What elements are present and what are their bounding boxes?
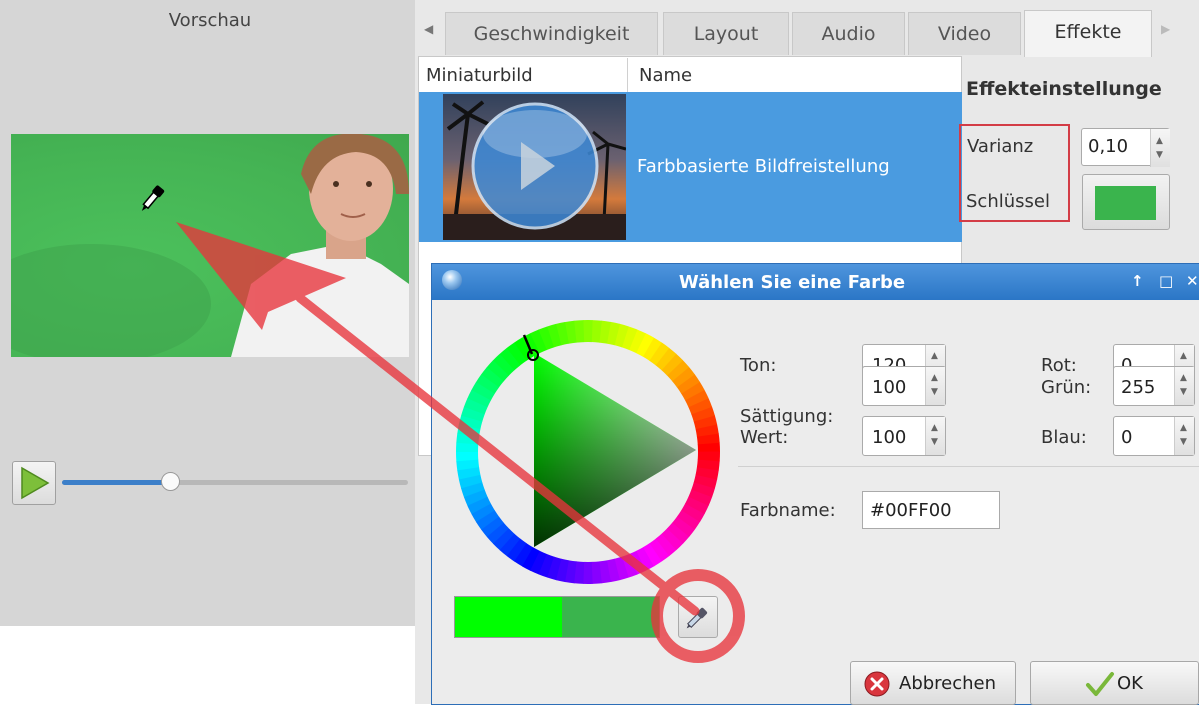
tab-video[interactable]: Video [908,12,1021,55]
tab-audio[interactable]: Audio [792,12,905,55]
checkmark-icon [1086,672,1114,696]
green-value: 255 [1121,377,1156,398]
saturation-label: Sättigung: [740,406,834,427]
cancel-button[interactable]: Abbrechen [850,661,1016,705]
eyedropper-icon [686,607,708,629]
video-frame-image [11,134,409,357]
green-label: Grün: [1041,377,1092,398]
seek-progress [62,480,172,485]
blue-spin-buttons[interactable]: ▲ ▼ [1174,417,1194,455]
eyedropper-button[interactable] [678,596,718,638]
red-label: Rot: [1041,355,1077,376]
ok-label: OK [1117,673,1143,694]
form-divider [738,466,1199,467]
play-triangle-icon [21,466,50,500]
variance-value: 0,10 [1088,136,1129,157]
variance-spin-buttons[interactable]: ▲ ▼ [1150,129,1170,167]
settings-highlight-box [959,124,1070,222]
hue-label: Ton: [740,355,777,376]
value-label: Wert: [740,427,789,448]
saturation-value: 100 [872,377,907,398]
effect-name: Farbbasierte Bildfreistellung [637,156,890,177]
close-icon[interactable]: ✕ [1186,272,1199,290]
effect-thumbnail [443,94,626,240]
play-button[interactable] [12,461,56,505]
saturation-spin-buttons[interactable]: ▲ ▼ [925,367,945,405]
saturation-value-triangle[interactable] [534,353,696,547]
color-name-value: #00FF00 [870,500,952,521]
effect-thumbnail-image [443,100,626,240]
previous-color-swatch [562,597,659,637]
color-name-label: Farbname: [740,500,836,521]
cancel-x-icon [864,671,890,697]
preview-video[interactable] [11,134,409,357]
current-color-swatch [455,597,562,637]
cancel-label: Abbrechen [899,673,997,694]
blue-label: Blau: [1041,427,1087,448]
color-wheel[interactable] [452,316,724,588]
key-color-swatch [1095,186,1156,220]
seek-handle[interactable] [161,472,180,491]
tab-scroll-right-icon[interactable]: ▶ [1161,22,1170,36]
blue-value: 0 [1121,427,1133,448]
eyedropper-cursor-icon [141,185,165,211]
keep-above-icon[interactable]: ↑ [1131,272,1144,290]
column-header-thumbnail[interactable]: Miniaturbild [426,65,533,86]
preview-title: Vorschau [168,10,252,31]
dialog-title: Wählen Sie eine Farbe [678,272,906,293]
maximize-icon[interactable]: □ [1159,272,1173,290]
value-spin-buttons[interactable]: ▲ ▼ [925,417,945,455]
green-spin-buttons[interactable]: ▲ ▼ [1174,367,1194,405]
column-header-name[interactable]: Name [639,65,692,86]
value-value: 100 [872,427,907,448]
tab-effekte[interactable]: Effekte [1024,10,1152,57]
tab-bar: ◀ Geschwindigkeit Layout Audio Video Eff… [415,10,1199,57]
ok-button[interactable]: OK [1030,661,1199,705]
effect-settings-title: Effekteinstellunge [966,78,1162,100]
tab-scroll-left-icon[interactable]: ◀ [424,22,433,36]
tab-geschwindigkeit[interactable]: Geschwindigkeit [445,12,658,55]
tab-layout[interactable]: Layout [663,12,789,55]
column-divider [627,58,628,92]
